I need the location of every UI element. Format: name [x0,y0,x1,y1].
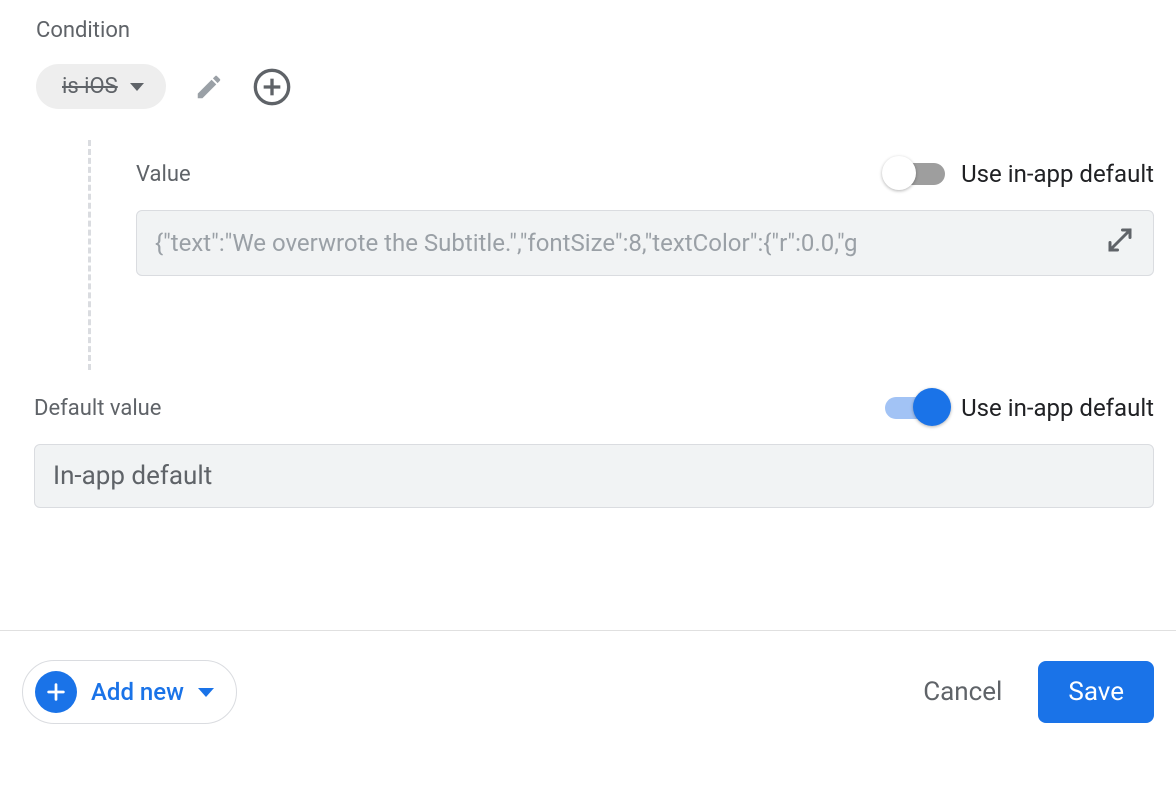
add-new-label: Add new [91,678,184,706]
bottom-bar: Add new Cancel Save [22,660,1154,724]
default-value-toggle[interactable] [885,397,945,419]
expand-icon[interactable] [1105,225,1135,261]
cancel-button[interactable]: Cancel [923,677,1002,707]
value-input[interactable]: {"text":"We overwrote the Subtitle.","fo… [136,210,1154,276]
default-value-input-text: In-app default [53,461,1123,491]
value-default-toggle[interactable] [885,163,945,185]
divider [0,630,1176,631]
condition-chip[interactable]: is iOS [36,64,166,109]
add-circle-icon[interactable] [252,67,292,107]
chevron-down-icon [130,83,144,91]
default-value-label: Default value [34,396,161,421]
save-button[interactable]: Save [1038,661,1154,723]
default-value-toggle-label: Use in-app default [961,394,1154,422]
edit-icon[interactable] [194,72,224,102]
value-block: Value Use in-app default {"text":"We ove… [136,160,1154,276]
condition-chip-text: is iOS [62,74,118,99]
value-input-text: {"text":"We overwrote the Subtitle.","fo… [155,229,1093,257]
add-new-button[interactable]: Add new [22,660,237,724]
value-label: Value [136,162,191,187]
plus-icon [35,671,77,713]
condition-row: is iOS [36,64,292,109]
value-toggle-label: Use in-app default [961,160,1154,188]
chevron-down-icon [198,688,214,697]
condition-label: Condition [36,18,130,43]
default-value-input[interactable]: In-app default [34,444,1154,508]
connector-line [88,140,91,370]
default-value-block: Default value Use in-app default In-app … [34,394,1154,508]
